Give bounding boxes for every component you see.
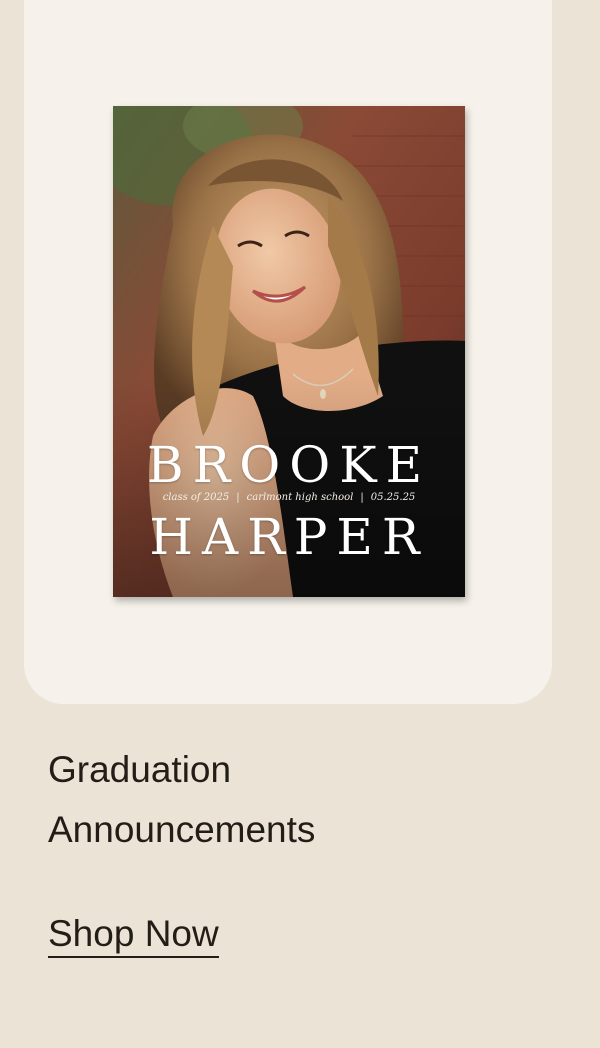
invitation-date: 05.25.25 bbox=[370, 492, 416, 503]
invitation-class-year: class of 2025 bbox=[162, 492, 230, 503]
category-title-line-2: Announcements bbox=[48, 809, 316, 850]
category-title[interactable]: Graduation Announcements bbox=[48, 740, 548, 860]
invitation-details: class of 2025 | carlmont high school | 05.25… bbox=[113, 492, 465, 503]
announcement-preview-image[interactable]: BROOKE class of 2025 | carlmont high schoo… bbox=[113, 106, 465, 597]
shop-now-link[interactable]: Shop Now bbox=[48, 912, 219, 958]
invitation-school: carlmont high school bbox=[246, 492, 354, 503]
category-title-line-1: Graduation bbox=[48, 749, 232, 790]
product-card[interactable]: BROOKE class of 2025 | carlmont high schoo… bbox=[24, 0, 552, 704]
invitation-last-name: HARPER bbox=[149, 508, 429, 566]
details-separator: | bbox=[236, 492, 240, 503]
invitation-first-name: BROOKE bbox=[146, 436, 432, 494]
details-separator: | bbox=[360, 492, 364, 503]
